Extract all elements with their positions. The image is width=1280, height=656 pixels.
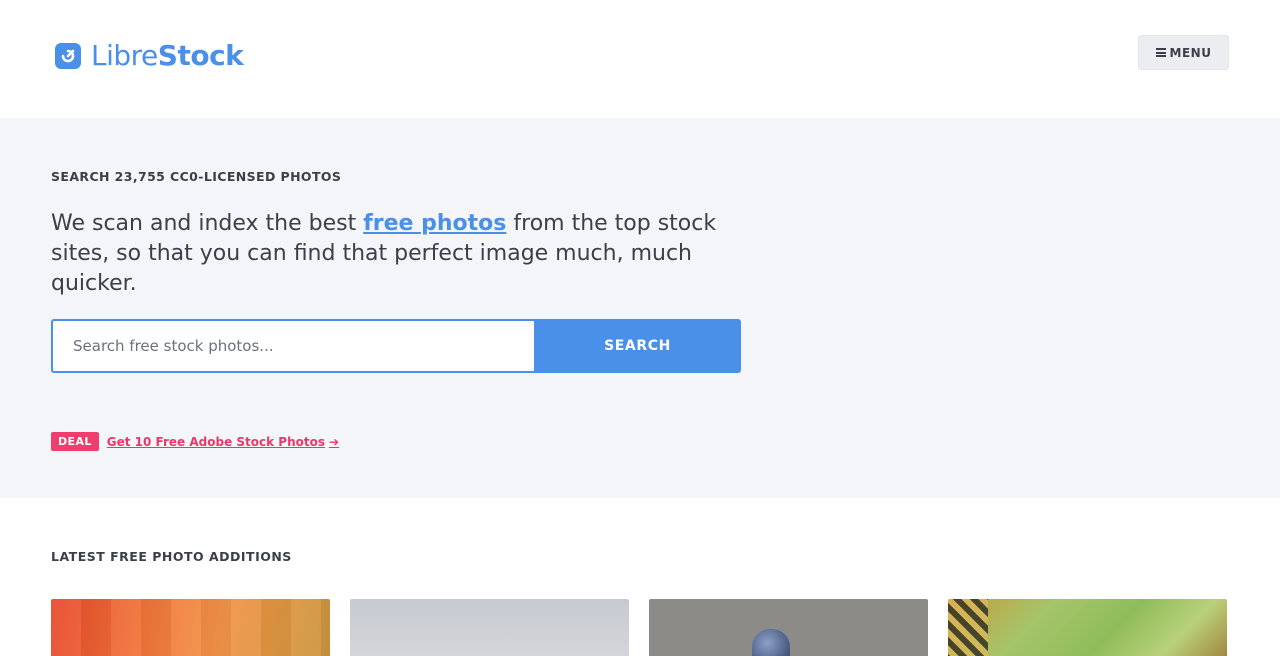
- photo-grid: [51, 599, 1227, 656]
- menu-label: MENU: [1169, 45, 1212, 60]
- site-header: LibreStock MENU: [0, 0, 1280, 118]
- photo-thumbnail[interactable]: [649, 599, 928, 656]
- photo-thumbnail[interactable]: [51, 599, 330, 656]
- thimble-object: [752, 629, 790, 656]
- logo-text-bold: Stock: [157, 39, 244, 72]
- hamburger-icon: [1155, 48, 1166, 57]
- deal-link-text: Get 10 Free Adobe Stock Photos: [106, 434, 325, 449]
- free-photos-link[interactable]: free photos: [363, 211, 506, 236]
- latest-additions-heading: LATEST FREE PHOTO ADDITIONS: [51, 549, 292, 564]
- tagline: We scan and index the best free photos f…: [51, 209, 771, 299]
- tagline-before: We scan and index the best: [51, 211, 364, 236]
- photo-thumbnail[interactable]: [350, 599, 629, 656]
- photo-count-heading: SEARCH 23,755 CC0-LICENSED PHOTOS: [51, 169, 342, 184]
- logo-text: LibreStock: [91, 39, 244, 72]
- search-form: SEARCH: [51, 319, 741, 373]
- logo-link[interactable]: LibreStock: [55, 39, 244, 72]
- search-input[interactable]: [51, 319, 534, 373]
- deal-banner: DEAL Get 10 Free Adobe Stock Photos ➔: [51, 432, 339, 451]
- adobe-deal-link[interactable]: Get 10 Free Adobe Stock Photos ➔: [107, 435, 339, 449]
- photo-thumbnail[interactable]: [948, 599, 1227, 656]
- logo-text-light: Libre: [91, 39, 158, 72]
- search-button[interactable]: SEARCH: [534, 319, 741, 373]
- menu-button[interactable]: MENU: [1138, 35, 1229, 70]
- arrow-right-icon: ➔: [329, 434, 340, 449]
- deal-badge: DEAL: [51, 432, 99, 451]
- librestock-logo-icon: [55, 42, 81, 69]
- hero-section: SEARCH 23,755 CC0-LICENSED PHOTOS We sca…: [0, 118, 1280, 498]
